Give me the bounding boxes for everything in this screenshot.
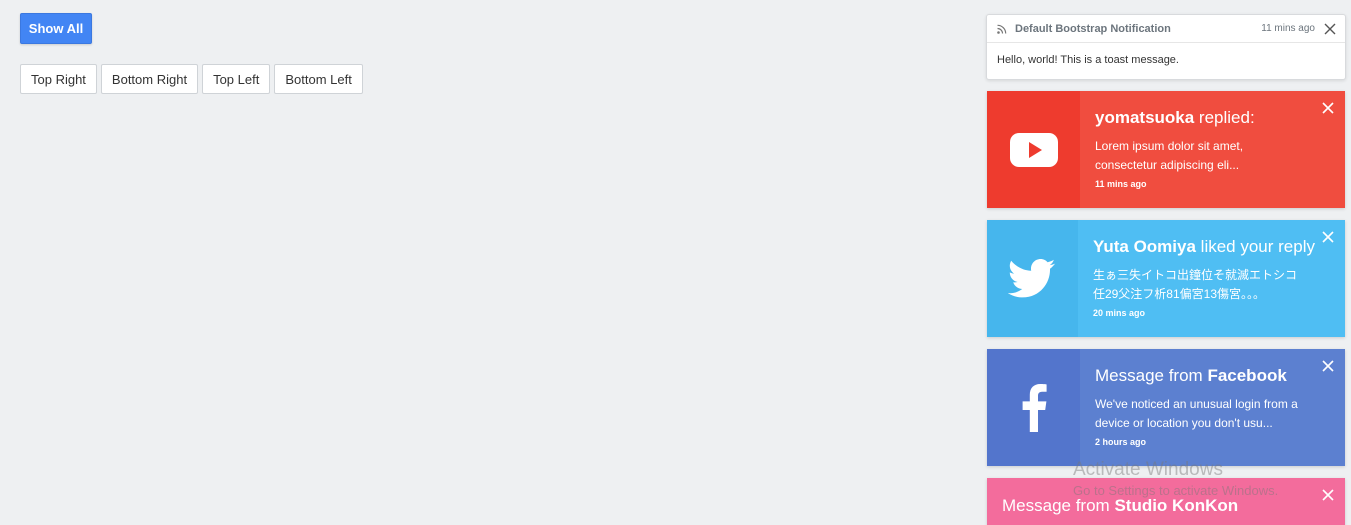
close-icon[interactable] [1321,488,1335,502]
facebook-toast: Message from Facebook We've noticed an u… [987,349,1345,466]
show-all-button[interactable]: Show All [20,13,92,44]
bottom-right-button[interactable]: Bottom Right [100,64,199,94]
twitter-toast: Yuta Oomiya liked your reply 生ぁ三失イトコ出鐘位そ… [987,220,1345,337]
twitter-icon [1008,258,1056,297]
toast-message: 生ぁ三失イトコ出鐘位そ就滅エトシコ 任29父注フ析81偏宮13傷宮。。。 [1092,268,1297,301]
toast-title: yomatsuoka replied: [1095,108,1255,127]
toast-time: 11 mins ago [1095,179,1147,189]
youtube-toast: yomatsuoka replied: Lorem ipsum dolor si… [987,91,1345,208]
rss-icon [997,24,1007,34]
facebook-icon [1022,383,1047,432]
youtube-icon [1009,132,1058,167]
toast-title: Message from Studio KonKon [1002,496,1239,515]
toast-header: Default Bootstrap Notification 11 mins a… [987,15,1345,43]
toast-title: Message from Facebook [1095,366,1287,385]
toast-time: 11 mins ago [1261,23,1315,34]
toast-time: 20 mins ago [1092,308,1145,318]
close-icon[interactable] [1321,230,1335,244]
toast-message: We've noticed an unusual login from a dev… [1095,397,1298,430]
toast-body: Hello, world! This is a toast message. [997,54,1179,66]
close-icon[interactable] [1323,22,1337,36]
close-icon[interactable] [1321,359,1335,373]
toast-title: Yuta Oomiya liked your reply [1092,237,1315,256]
toast-title: Default Bootstrap Notification [1015,22,1171,35]
top-right-button[interactable]: Top Right [20,64,97,94]
studio-konkon-toast: Message from Studio KonKon [987,478,1345,525]
toast-message: Lorem ipsum dolor sit amet, consectetur a… [1095,139,1244,172]
close-icon[interactable] [1321,101,1335,115]
bottom-left-button[interactable]: Bottom Left [274,64,363,94]
bootstrap-toast: Default Bootstrap Notification 11 mins a… [986,14,1346,80]
position-button-group: Top Right Bottom Right Top Left Bottom L… [20,64,363,94]
top-left-button[interactable]: Top Left [202,64,271,94]
toast-time: 2 hours ago [1095,437,1147,447]
